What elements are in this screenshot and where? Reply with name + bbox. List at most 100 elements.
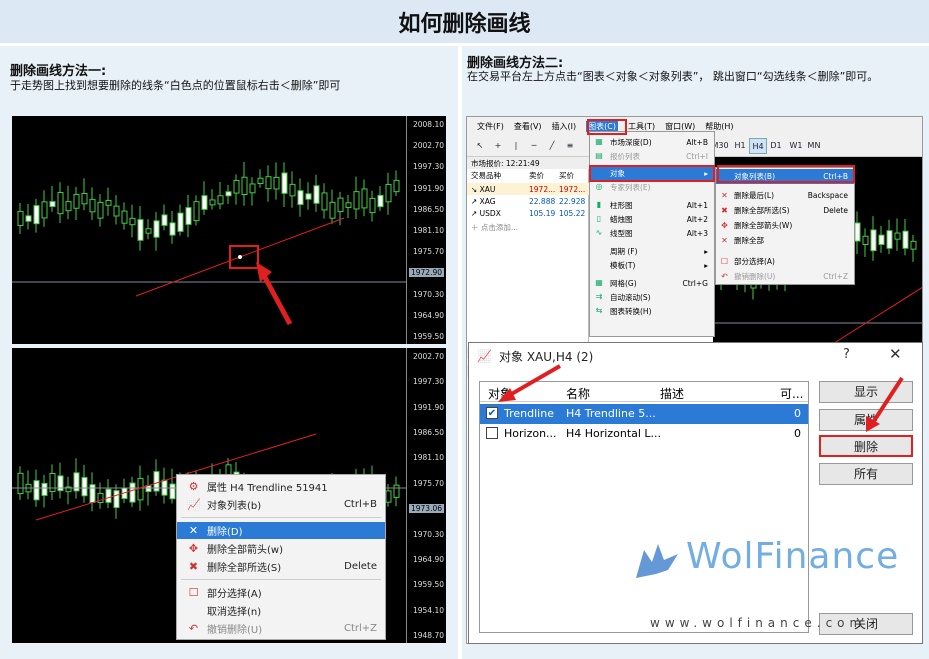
candle-body	[89, 484, 96, 504]
candle-body	[25, 215, 32, 222]
context-menu-item[interactable]: ✖ 删除全部所选(S) Delete	[177, 558, 385, 575]
chart-menu-item[interactable]: ▤ 报价列表 Ctrl+I	[590, 149, 714, 163]
market-add[interactable]: ＋ 点击添加...	[467, 221, 589, 233]
candle-body	[145, 485, 152, 493]
candle-body	[169, 222, 176, 236]
draw-tool-icon[interactable]: +	[491, 138, 505, 154]
chart-menu-item[interactable]: ▦ 网格(G) Ctrl+G	[590, 276, 714, 290]
menu-item-label: 删除全部所选(S)	[734, 206, 790, 215]
table-col-header: 描述	[660, 387, 685, 401]
chart-menu-item[interactable]: ▮ 柱形图 Alt+1	[590, 198, 714, 212]
row-checkbox[interactable]	[486, 427, 498, 439]
chart-bottom-price-axis: 2002.70 1997.30 1991.90 1986.50 1981.10 1975.…	[406, 348, 446, 643]
table-row[interactable]: Horizon... H4 Horizontal L... 0	[480, 424, 808, 444]
timeframe-button[interactable]: H1	[731, 138, 749, 154]
table-row[interactable]: ✔ Trendline H4 Trendline 5... 0	[480, 404, 808, 424]
chart-menu-item[interactable]: ⇉ 自动滚动(S)	[590, 290, 714, 304]
timeframe-button[interactable]: W1	[787, 138, 805, 154]
object-menu-item[interactable]: ✥ 删除全部箭头(W)	[716, 218, 854, 233]
context-menu-item[interactable]: ✕ 删除(D)	[177, 522, 385, 539]
close-icon[interactable]: ✕	[889, 345, 902, 363]
chart-menu-item[interactable]: 周期 (F) ▸	[590, 244, 714, 258]
candle-body	[105, 488, 112, 503]
menu-item-icon: ▦	[595, 137, 603, 146]
dialog-button[interactable]: 显示	[819, 381, 913, 403]
object-menu-item[interactable]: ✕ 删除最后(L) Backspace	[716, 188, 854, 203]
wolf-logo-icon	[636, 544, 678, 578]
context-menu-shortcut: Ctrl+B	[343, 499, 377, 510]
chart-menu-item[interactable]: 模板(T) ▸	[590, 258, 714, 272]
timeframe-button[interactable]: MN	[805, 138, 823, 154]
context-menu-label: 部分选择(A)	[207, 589, 262, 600]
object-menu-item[interactable]: ☐ 部分选择(A)	[716, 254, 854, 269]
menu-item-icon: ↶	[721, 272, 728, 281]
object-name: H4 Trendline 5...	[566, 407, 656, 420]
trendline-handle[interactable]	[238, 255, 242, 259]
draw-tool-icon[interactable]: ─	[527, 138, 541, 154]
chart-menu-item[interactable]: ▦ 市场深度(D) Alt+B	[590, 135, 714, 149]
dialog-button[interactable]: 所有	[819, 463, 913, 485]
context-menu-item[interactable]: ☐ 部分选择(A)	[177, 584, 385, 601]
menu-item[interactable]: 工具(T)	[628, 121, 655, 132]
context-menu-item[interactable]: ↶ 撤销删除(U) Ctrl+Z	[177, 620, 385, 637]
menu-item-label: 市场深度(D)	[610, 137, 652, 147]
menu-item[interactable]: 文件(F)	[477, 121, 504, 132]
row-checkbox[interactable]: ✔	[486, 407, 498, 419]
draw-tool-icon[interactable]: ╱	[545, 138, 559, 154]
menu-item-icon: ✕	[721, 191, 728, 200]
chart-menu-item[interactable]: ∿ 线型图 Alt+3	[590, 226, 714, 240]
market-col-header: 交易品种	[471, 170, 501, 180]
menu-item-shortcut: Delete	[823, 206, 848, 215]
context-menu-item[interactable]: 📈 对象列表(b) Ctrl+B	[177, 496, 385, 513]
menu-item-label: 自动滚动(S)	[610, 292, 651, 302]
market-row[interactable]: ↘ XAU 1972... 1972...	[467, 183, 589, 195]
dialog-button[interactable]: 删除	[819, 435, 913, 457]
delete-selected-icon: ✖	[188, 560, 199, 573]
menu-item[interactable]: 查看(V)	[514, 121, 542, 132]
candle-body	[89, 198, 96, 213]
menu-item[interactable]: 窗口(W)	[665, 121, 695, 132]
draw-tool-icon[interactable]: ↖	[473, 138, 487, 154]
menu-item-shortcut: Alt+1	[686, 200, 708, 210]
market-row[interactable]: ↗ USDX 105.19 105.22	[467, 207, 589, 219]
context-menu-item[interactable]: 取消选择(n)	[177, 602, 385, 619]
menu-item-label: 删除全部	[734, 236, 764, 245]
chart-top[interactable]: 2008.10 2002.70 1997.30 1991.90 1986.50 1981.…	[12, 116, 446, 344]
candle-body	[217, 195, 224, 205]
chart-menu-item[interactable]: ⇆ 图表转换(H)	[590, 304, 714, 318]
table-col-header: 可...	[780, 387, 804, 401]
context-menu-shortcut: Delete	[344, 561, 377, 572]
candle-body	[870, 229, 877, 252]
candle-body	[305, 193, 312, 200]
context-menu-item[interactable]: ✥ 删除全部箭头(w)	[177, 540, 385, 557]
menu-item[interactable]: 帮助(H)	[705, 121, 733, 132]
chart-menu: ▦ 市场深度(D) Alt+B ▤ 报价列表 Ctrl+I 对象 ▸ ◎ 专家列表(E) ▮ 柱形图 A…	[589, 131, 715, 337]
dialog-button[interactable]: 属性	[819, 409, 913, 431]
method-one-title: 删除画线方法一:	[10, 64, 107, 79]
draw-tool-icon[interactable]: ≡	[563, 138, 577, 154]
menu-item-icon: ▯	[596, 214, 602, 223]
menu-item[interactable]: 插入(I)	[552, 121, 577, 132]
object-menu-item[interactable]: ✖ 删除全部所选(S) Delete	[716, 203, 854, 218]
chart-menu-item[interactable]: ▯ 蜡烛图 Alt+2	[590, 212, 714, 226]
candle-body	[329, 201, 336, 219]
price-tick: 1970.30	[412, 529, 444, 539]
undo-icon: ↶	[188, 622, 199, 635]
menu-separator	[181, 517, 381, 518]
object-menu-item[interactable]: ✕ 删除全部	[716, 233, 854, 248]
draw-tool-icon[interactable]: |	[509, 138, 523, 154]
help-button[interactable]: ?	[843, 347, 850, 362]
chart-menu-item[interactable]: ◎ 专家列表(E)	[590, 180, 714, 194]
object-submenu: 对象列表(B) Ctrl+B ✕ 删除最后(L) Backspace ✖ 删除全部所选(S)…	[715, 167, 855, 285]
market-row[interactable]: ↗ XAG 22.888 22.928	[467, 195, 589, 207]
context-menu-item[interactable]: ⚙ 属性 H4 Trendline 51941	[177, 478, 385, 495]
candle-body	[137, 477, 144, 501]
table-col-header: 对象	[488, 387, 513, 401]
timeframe-button[interactable]: D1	[767, 138, 785, 154]
timeframe-button[interactable]: H4	[749, 138, 767, 154]
candle-body	[393, 484, 400, 498]
candle-body	[73, 193, 80, 209]
object-menu-item[interactable]: ↶ 撤销删除(U) Ctrl+Z	[716, 269, 854, 284]
object-name: H4 Horizontal L...	[566, 427, 662, 440]
candle-body	[49, 473, 56, 493]
